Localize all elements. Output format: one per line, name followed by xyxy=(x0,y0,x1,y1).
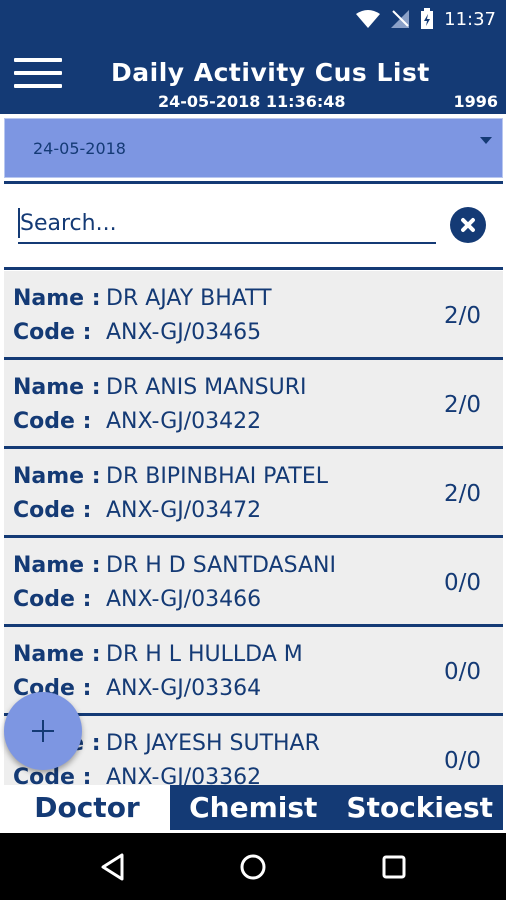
name-label: Name : xyxy=(13,553,101,578)
customer-name: DR BIPINBHAI PATEL xyxy=(106,464,328,489)
code-label: Code : xyxy=(13,409,92,434)
customer-code: ANX-GJ/03364 xyxy=(106,676,262,701)
back-triangle-icon[interactable] xyxy=(98,851,130,883)
customer-name: DR H D SANTDASANI xyxy=(106,553,336,578)
dropdown-arrow-icon xyxy=(480,137,492,144)
list-item[interactable]: Name : DR AJAY BHATT Code : ANX-GJ/03465… xyxy=(4,271,503,360)
battery-charging-icon xyxy=(421,8,434,29)
tab-chemist[interactable]: Chemist xyxy=(170,785,337,830)
app-bar: Daily Activity Cus List 24-05-2018 11:36… xyxy=(0,38,506,114)
code-label: Code : xyxy=(13,587,92,612)
system-nav-bar xyxy=(0,833,506,900)
page-title: Daily Activity Cus List xyxy=(111,58,430,87)
visit-count: 2/0 xyxy=(443,303,481,329)
name-label: Name : xyxy=(13,642,101,667)
customer-code: ANX-GJ/03472 xyxy=(106,498,262,523)
tab-stockiest[interactable]: Stockiest xyxy=(337,785,504,830)
list-item[interactable]: Name : DR ANIS MANSURI Code : ANX-GJ/034… xyxy=(4,360,503,449)
customer-name: DR AJAY BHATT xyxy=(106,286,272,311)
code-label: Code : xyxy=(13,498,92,523)
list-item[interactable]: Name : DR H L HULLDA M Code : ANX-GJ/033… xyxy=(4,627,503,716)
divider xyxy=(4,267,503,270)
code-label: Code : xyxy=(13,320,92,345)
visit-count: 0/0 xyxy=(443,570,481,596)
name-label: Name : xyxy=(13,286,101,311)
status-time: 11:37 xyxy=(444,8,496,30)
home-circle-icon[interactable] xyxy=(237,851,269,883)
customer-list: Name : DR AJAY BHATT Code : ANX-GJ/03465… xyxy=(4,271,503,785)
tab-doctor[interactable]: Doctor xyxy=(4,785,170,830)
close-circle-icon[interactable] xyxy=(450,207,486,243)
screen: 11:37 Daily Activity Cus List 24-05-2018… xyxy=(0,0,506,900)
visit-count: 0/0 xyxy=(443,748,481,774)
status-icons: 11:37 xyxy=(356,6,496,32)
status-bar: 11:37 xyxy=(0,0,506,38)
customer-code: ANX-GJ/03465 xyxy=(106,320,262,345)
date-dropdown-value: 24-05-2018 xyxy=(33,139,126,158)
search-input[interactable] xyxy=(18,204,436,244)
visit-count: 0/0 xyxy=(443,659,481,685)
date-dropdown[interactable]: 24-05-2018 xyxy=(4,118,503,178)
wifi-icon xyxy=(356,10,381,28)
name-label: Name : xyxy=(13,375,101,400)
visit-count: 2/0 xyxy=(443,481,481,507)
customer-code: ANX-GJ/03422 xyxy=(106,409,262,434)
header-code: 1996 xyxy=(453,92,498,111)
text-cursor xyxy=(18,208,20,238)
customer-name: DR H L HULLDA M xyxy=(106,642,303,667)
customer-code: ANX-GJ/03362 xyxy=(106,765,262,785)
customer-code: ANX-GJ/03466 xyxy=(106,587,262,612)
list-item[interactable]: Name : DR BIPINBHAI PATEL Code : ANX-GJ/… xyxy=(4,449,503,538)
add-button[interactable] xyxy=(4,692,82,770)
customer-name: DR JAYESH SUTHAR xyxy=(106,731,320,756)
tab-bar: Doctor Chemist Stockiest xyxy=(4,785,503,830)
divider xyxy=(4,181,503,184)
header-datetime: 24-05-2018 11:36:48 xyxy=(158,92,346,111)
no-signal-icon xyxy=(391,10,410,28)
visit-count: 2/0 xyxy=(443,392,481,418)
hamburger-menu-icon[interactable] xyxy=(14,58,62,92)
customer-name: DR ANIS MANSURI xyxy=(106,375,307,400)
list-item[interactable]: Name : DR H D SANTDASANI Code : ANX-GJ/0… xyxy=(4,538,503,627)
recents-square-icon[interactable] xyxy=(378,851,410,883)
name-label: Name : xyxy=(13,464,101,489)
